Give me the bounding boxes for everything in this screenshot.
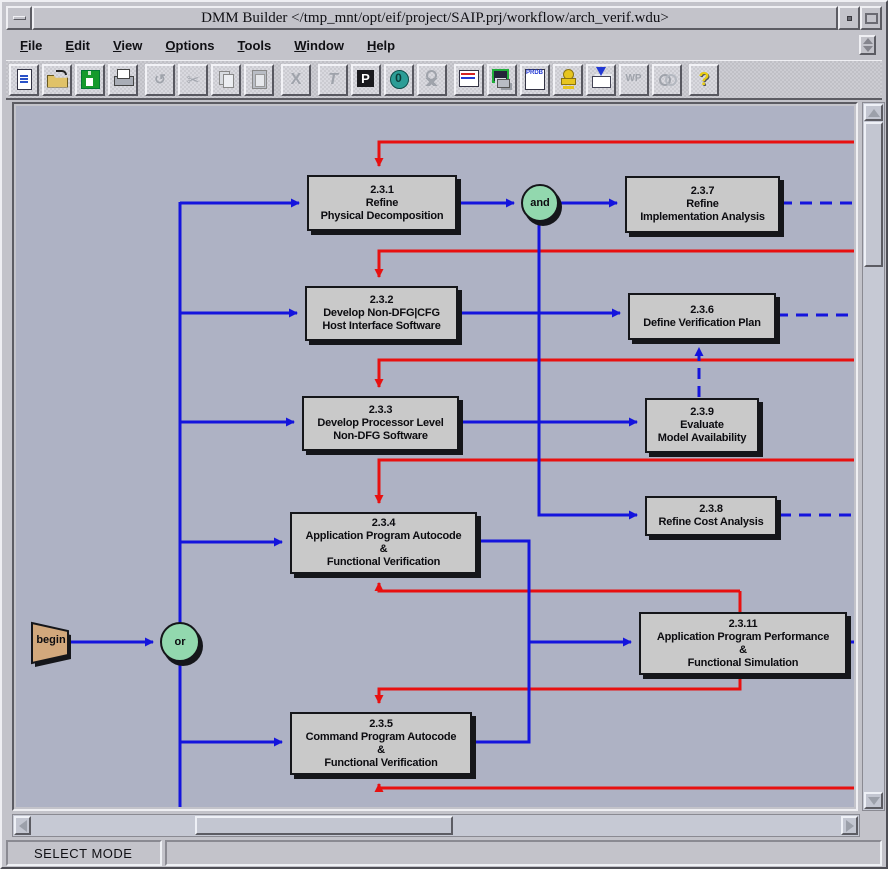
arrow-up-icon <box>868 109 880 117</box>
task-2.3.7[interactable]: 2.3.7 Refine Implementation Analysis <box>625 176 780 233</box>
menu-tools[interactable]: Tools <box>229 34 281 57</box>
toolbar-button-cut[interactable]: ✂ <box>178 64 208 96</box>
toolbar-button-delete[interactable]: X <box>281 64 311 96</box>
open-file-icon <box>44 66 70 94</box>
delete-icon: X <box>283 66 309 94</box>
toolbar-button-save[interactable] <box>75 64 105 96</box>
task-2.3.1[interactable]: 2.3.1 Refine Physical Decomposition <box>307 175 457 231</box>
arrow-left-icon <box>19 820 27 832</box>
prdb-editor-icon <box>522 66 548 94</box>
toolbar-button-print[interactable] <box>108 64 138 96</box>
dmm-builder-window: DMM Builder </tmp_mnt/opt/eif/project/SA… <box>0 0 888 869</box>
or-connector[interactable]: or <box>160 622 200 662</box>
scroll-right-button[interactable] <box>841 816 858 835</box>
maximize-button[interactable] <box>860 6 882 30</box>
stamp-icon <box>555 66 581 94</box>
copy-icon <box>213 66 239 94</box>
toolbar-button-paste[interactable] <box>244 64 274 96</box>
maximize-icon <box>865 13 878 24</box>
toolbar-button-windows[interactable] <box>487 64 517 96</box>
task-2.3.9[interactable]: 2.3.9 Evaluate Model Availability <box>645 398 759 453</box>
save-icon <box>77 66 103 94</box>
menu-file[interactable]: File <box>11 34 51 57</box>
help-icon: ? <box>691 66 717 94</box>
import-stack-icon <box>588 66 614 94</box>
window-title: DMM Builder </tmp_mnt/opt/eif/project/SA… <box>201 10 669 27</box>
wp-editor-icon <box>621 66 647 94</box>
title-bar: DMM Builder </tmp_mnt/opt/eif/project/SA… <box>6 6 882 30</box>
scroll-down-button[interactable] <box>864 792 883 809</box>
minimize-icon <box>847 16 852 21</box>
spin-up-icon <box>863 38 873 44</box>
scroll-up-button[interactable] <box>864 104 883 121</box>
toolbar-button-tailor[interactable] <box>417 64 447 96</box>
task-2.3.4[interactable]: 2.3.4 Application Program Autocode & Fun… <box>290 512 477 574</box>
toolbar-button-help[interactable]: ? <box>689 64 719 96</box>
print-icon <box>110 66 136 94</box>
menu-bar: File Edit View Options Tools Window Help <box>6 31 882 59</box>
link-icon <box>654 66 680 94</box>
toolbar: ↺ ✂ X T ? <box>6 60 882 100</box>
canvas-frame: begin and or 2.3.1 Refine Physical Decom… <box>12 102 858 811</box>
template-t-icon: T <box>320 66 346 94</box>
message-status-panel <box>165 840 882 866</box>
tailor-icon <box>419 66 445 94</box>
work-area: begin and or 2.3.1 Refine Physical Decom… <box>6 101 886 841</box>
title-area[interactable]: DMM Builder </tmp_mnt/opt/eif/project/SA… <box>32 6 838 30</box>
menu-window[interactable]: Window <box>285 34 353 57</box>
scroll-left-button[interactable] <box>14 816 31 835</box>
window-stack-icon <box>489 66 515 94</box>
task-2.3.5[interactable]: 2.3.5 Command Program Autocode & Functio… <box>290 712 472 775</box>
mode-status-panel: SELECT MODE <box>6 840 162 866</box>
task-2.3.2[interactable]: 2.3.2 Develop Non-DFG|CFG Host Interface… <box>305 286 458 341</box>
toolbar-button-stamp[interactable] <box>553 64 583 96</box>
menu-view[interactable]: View <box>104 34 151 57</box>
toolbar-button-new[interactable] <box>9 64 39 96</box>
toolbar-button-diagram[interactable] <box>454 64 484 96</box>
toolbar-button-template[interactable]: T <box>318 64 348 96</box>
menu-spinner-button[interactable] <box>859 35 876 55</box>
spin-down-icon <box>863 46 873 52</box>
toolbar-button-link[interactable] <box>652 64 682 96</box>
task-2.3.3[interactable]: 2.3.3 Develop Processor Level Non-DFG So… <box>302 396 459 451</box>
toolbar-button-open[interactable] <box>42 64 72 96</box>
undo-icon: ↺ <box>147 66 173 94</box>
workflow-canvas[interactable]: begin and or 2.3.1 Refine Physical Decom… <box>16 106 854 807</box>
toolbar-button-undo[interactable]: ↺ <box>145 64 175 96</box>
window-menu-icon <box>13 16 26 20</box>
vertical-scrollbar[interactable] <box>862 102 885 811</box>
menu-options[interactable]: Options <box>156 34 223 57</box>
arrow-right-icon <box>846 820 854 832</box>
begin-node-label: begin <box>30 634 72 646</box>
toolbar-button-object[interactable] <box>384 64 414 96</box>
task-2.3.6[interactable]: 2.3.6 Define Verification Plan <box>628 293 776 340</box>
toolbar-button-program[interactable] <box>351 64 381 96</box>
cut-icon: ✂ <box>180 66 206 94</box>
vertical-scroll-thumb[interactable] <box>864 122 883 267</box>
minimize-button[interactable] <box>838 6 860 30</box>
task-2.3.8[interactable]: 2.3.8 Refine Cost Analysis <box>645 496 777 536</box>
arrow-down-icon <box>868 797 880 805</box>
and-connector[interactable]: and <box>521 184 559 222</box>
toolbar-button-import[interactable] <box>586 64 616 96</box>
status-bar: SELECT MODE <box>6 840 882 866</box>
paste-icon <box>246 66 272 94</box>
new-document-icon <box>11 66 37 94</box>
menu-edit[interactable]: Edit <box>56 34 99 57</box>
toolbar-button-wp[interactable] <box>619 64 649 96</box>
horizontal-scroll-thumb[interactable] <box>195 816 453 835</box>
program-p-icon <box>353 66 379 94</box>
horizontal-scrollbar[interactable] <box>12 814 860 837</box>
toolbar-button-prdb[interactable] <box>520 64 550 96</box>
menu-help[interactable]: Help <box>358 34 404 57</box>
task-2.3.11[interactable]: 2.3.11 Application Program Performance &… <box>639 612 847 675</box>
diagram-edit-icon <box>456 66 482 94</box>
object-o-icon <box>386 66 412 94</box>
toolbar-button-copy[interactable] <box>211 64 241 96</box>
feedback-lines <box>379 142 854 788</box>
window-menu-button[interactable] <box>6 6 32 30</box>
mode-status-text: SELECT MODE <box>34 846 132 861</box>
